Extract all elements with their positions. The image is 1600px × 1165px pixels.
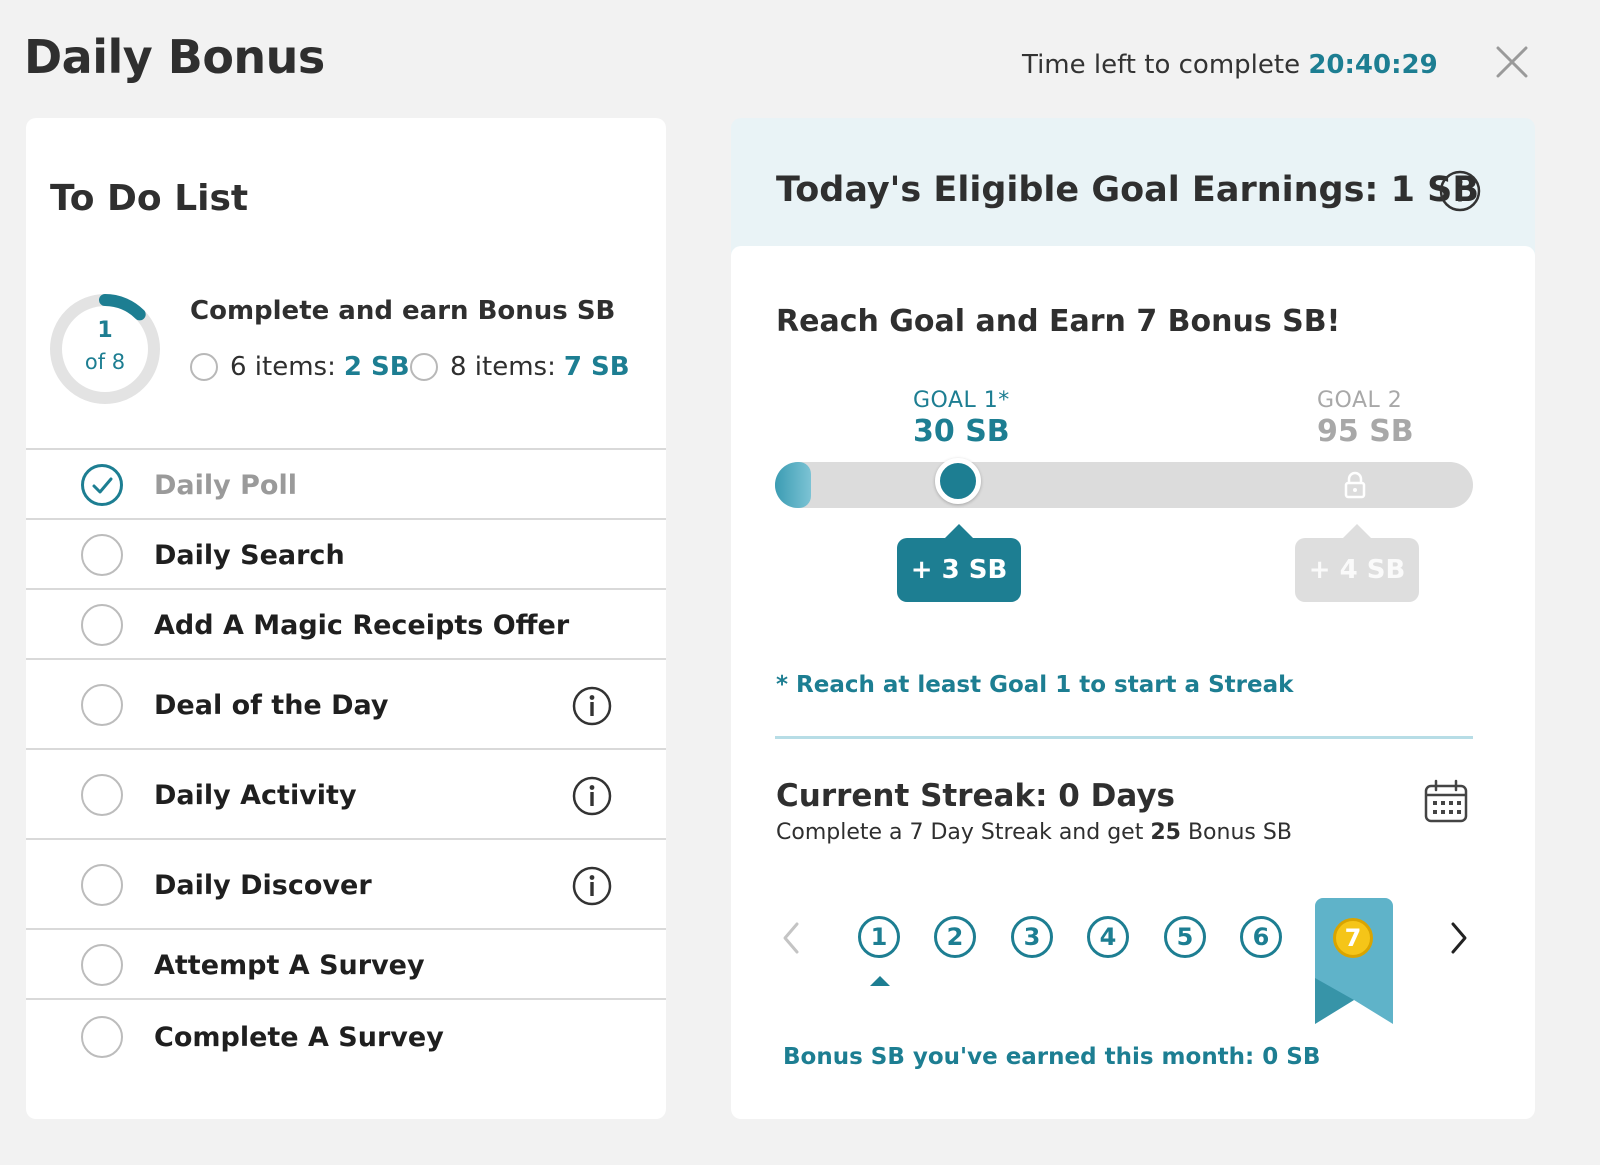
info-icon[interactable]: [1439, 170, 1481, 212]
goal2-label: GOAL 2: [1317, 388, 1403, 413]
goal1-label: GOAL 1*: [913, 388, 1010, 413]
streak-day-6[interactable]: 6: [1240, 916, 1282, 958]
info-icon[interactable]: [572, 866, 612, 906]
goal2-bonus-badge: + 4 SB: [1295, 524, 1419, 602]
todo-card: To Do List 1 of 8 Complete and earn Bonu…: [26, 118, 666, 1119]
option-6-items-sb: 2 SB: [343, 352, 410, 382]
task-magic-receipts[interactable]: Add A Magic Receipts Offer: [26, 588, 666, 658]
close-icon: [1496, 46, 1528, 78]
streak-subtitle: Complete a 7 Day Streak and get 25 Bonus…: [776, 820, 1292, 845]
radio-6-items[interactable]: [190, 353, 218, 381]
option-8-items[interactable]: 8 items: 7 SB: [410, 352, 630, 382]
streak-sub-suffix: Bonus SB: [1187, 820, 1292, 845]
option-8-items-sb: 7 SB: [563, 352, 630, 382]
radio-8-items[interactable]: [410, 353, 438, 381]
task-complete-survey[interactable]: Complete A Survey: [26, 998, 666, 1078]
check-icon: [81, 464, 123, 506]
goal1-marker[interactable]: [935, 458, 981, 504]
info-icon[interactable]: [572, 776, 612, 816]
streak-title: Current Streak: 0 Days: [776, 778, 1176, 814]
task-checkbox[interactable]: [81, 864, 123, 906]
earn-heading: Complete and earn Bonus SB: [190, 296, 616, 326]
task-daily-search[interactable]: Daily Search: [26, 518, 666, 588]
current-day-marker: [870, 976, 890, 986]
goal1-bonus-badge: + 3 SB: [897, 524, 1021, 602]
option-6-items-label: 6 items:: [230, 352, 336, 382]
task-daily-discover[interactable]: Daily Discover: [26, 838, 666, 928]
task-label: Deal of the Day: [154, 690, 389, 721]
streak-day-3[interactable]: 3: [1011, 916, 1053, 958]
task-attempt-survey[interactable]: Attempt A Survey: [26, 928, 666, 998]
task-checkbox[interactable]: [81, 774, 123, 816]
next-arrow-icon[interactable]: [1443, 920, 1473, 956]
divider: [775, 736, 1473, 739]
streak-day-1[interactable]: 1: [858, 916, 900, 958]
progress-count: 1: [97, 318, 113, 343]
lock-icon: [1344, 471, 1366, 499]
reach-goal-heading: Reach Goal and Earn 7 Bonus SB!: [776, 304, 1341, 339]
streak-day-4[interactable]: 4: [1087, 916, 1129, 958]
task-checkbox[interactable]: [81, 684, 123, 726]
goal-earnings-header: Today's Eligible Goal Earnings: 1 SB: [731, 118, 1535, 258]
option-8-items-label: 8 items:: [450, 352, 556, 382]
info-icon[interactable]: [572, 686, 612, 726]
eligible-earnings: Today's Eligible Goal Earnings: 1 SB: [776, 170, 1480, 210]
streak-day-7[interactable]: 7: [1333, 918, 1373, 958]
goal1-value: 30 SB: [913, 414, 1010, 449]
page-title: Daily Bonus: [24, 30, 325, 84]
task-label: Daily Activity: [154, 780, 357, 811]
timer-label: Time left to complete: [1022, 50, 1301, 80]
streak-sub-prefix: Complete a 7 Day Streak and get: [776, 820, 1144, 845]
task-label: Daily Poll: [154, 470, 297, 501]
streak-day-2[interactable]: 2: [934, 916, 976, 958]
progress-ring: [50, 294, 160, 404]
task-deal-of-the-day[interactable]: Deal of the Day: [26, 658, 666, 748]
timer: Time left to complete 20:40:29: [1022, 50, 1438, 80]
task-daily-activity[interactable]: Daily Activity: [26, 748, 666, 838]
close-button[interactable]: [1494, 44, 1530, 80]
progress-of: of 8: [84, 350, 126, 374]
calendar-icon[interactable]: [1423, 778, 1469, 824]
ribbon-icon: [1315, 898, 1393, 1024]
task-checkbox[interactable]: [81, 534, 123, 576]
goal-progress-track: [775, 458, 1473, 508]
task-label: Daily Search: [154, 540, 345, 571]
todo-title: To Do List: [50, 178, 249, 219]
option-6-items[interactable]: 6 items: 2 SB: [190, 352, 410, 382]
month-earned: Bonus SB you've earned this month: 0 SB: [783, 1044, 1321, 1070]
goal2-value: 95 SB: [1317, 414, 1414, 449]
task-checkbox[interactable]: [81, 1016, 123, 1058]
goal-card: Reach Goal and Earn 7 Bonus SB! GOAL 1* …: [731, 246, 1535, 1119]
task-label: Add A Magic Receipts Offer: [154, 610, 570, 641]
task-label: Complete A Survey: [154, 1022, 444, 1053]
goal-progress-fill: [775, 462, 811, 508]
task-label: Daily Discover: [154, 870, 372, 901]
timer-value: 20:40:29: [1308, 50, 1438, 80]
task-daily-poll[interactable]: Daily Poll: [26, 448, 666, 518]
streak-day-5[interactable]: 5: [1164, 916, 1206, 958]
task-checkbox[interactable]: [81, 604, 123, 646]
streak-note: * Reach at least Goal 1 to start a Strea…: [776, 672, 1294, 698]
task-label: Attempt A Survey: [154, 950, 425, 981]
prev-arrow-icon[interactable]: [777, 920, 807, 956]
task-checkbox[interactable]: [81, 944, 123, 986]
streak-sub-amount: 25: [1150, 820, 1181, 845]
